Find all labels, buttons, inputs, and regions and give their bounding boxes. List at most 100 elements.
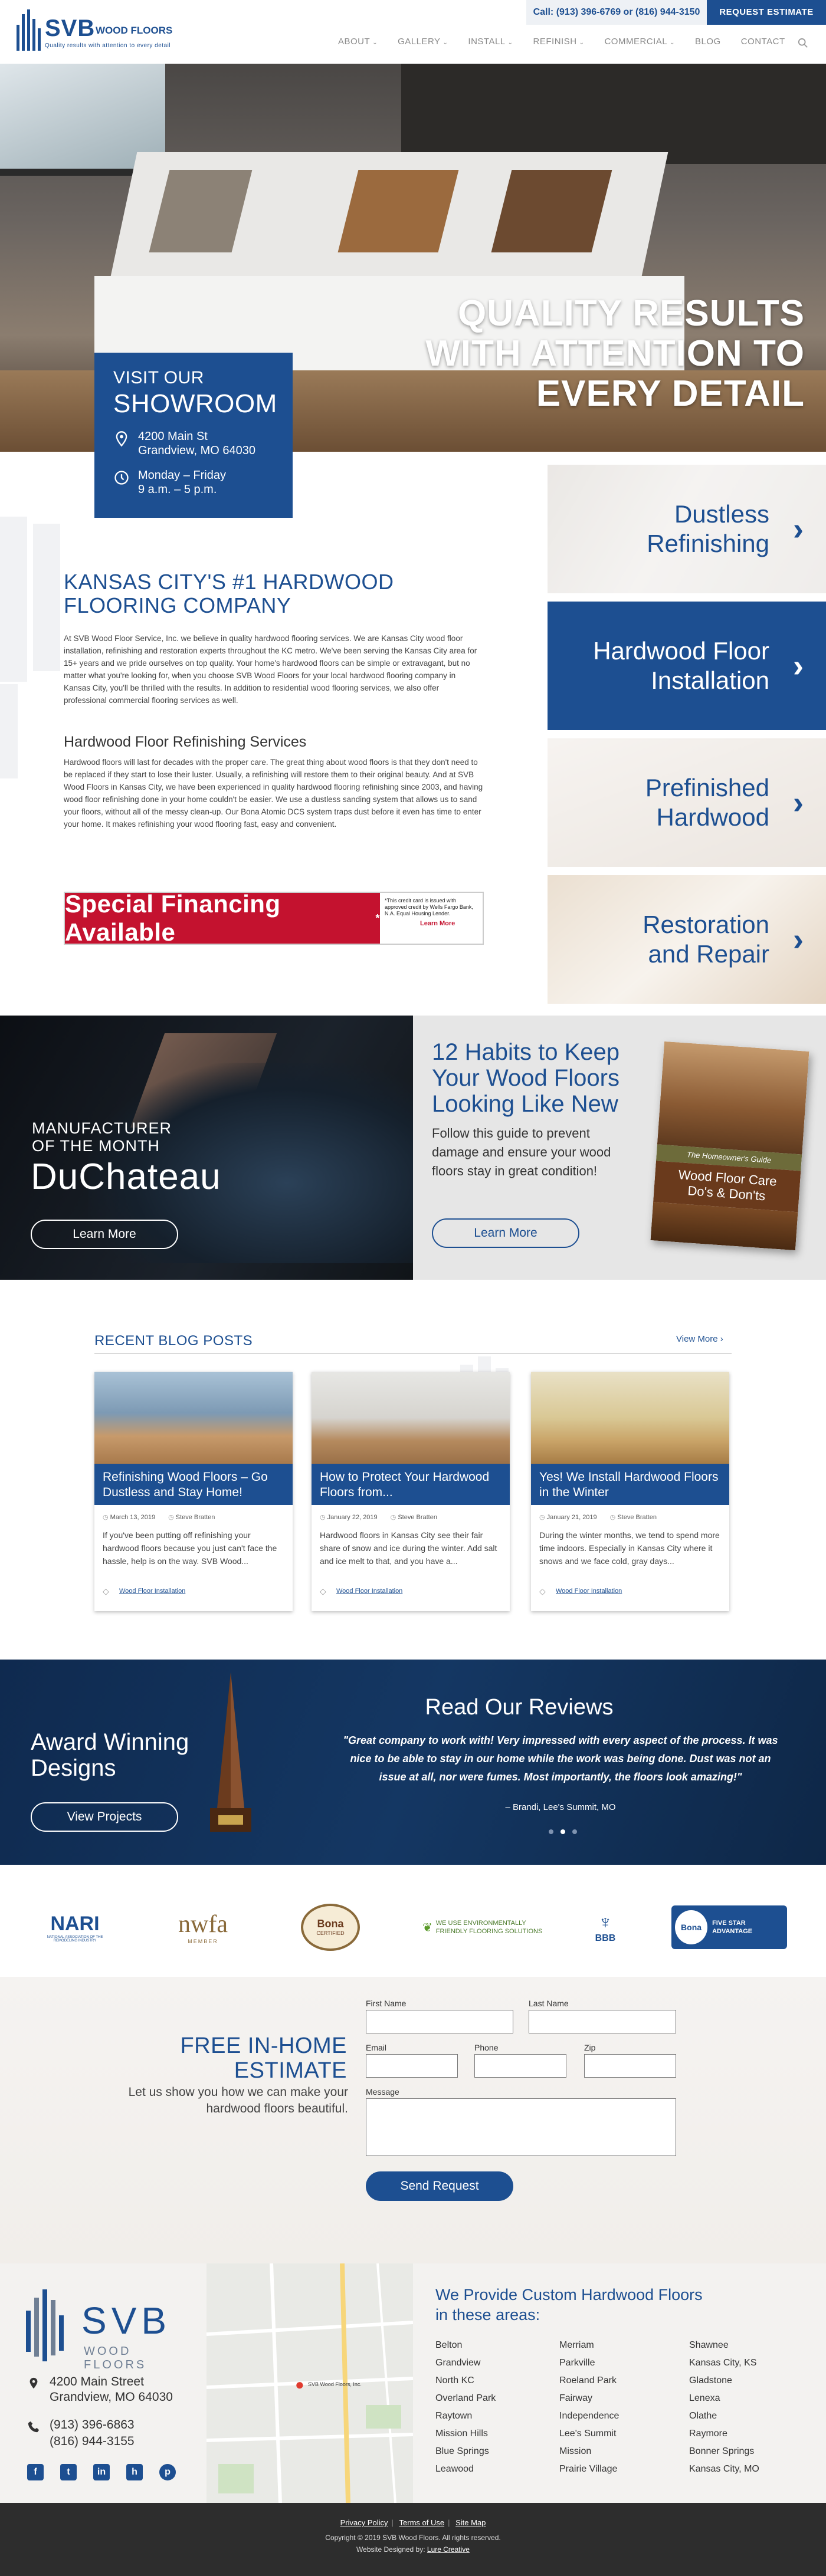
main-nav: ABOUT ⌄ GALLERY ⌄ INSTALL ⌄ REFINISH ⌄ COMME… bbox=[328, 37, 795, 51]
tile-hardwood-installation[interactable]: Hardwood Floor Installation › bbox=[548, 602, 826, 730]
site-map-link[interactable]: Site Map bbox=[455, 2518, 486, 2527]
blog-view-more-link[interactable]: View More › bbox=[676, 1334, 723, 1344]
search-icon[interactable] bbox=[798, 38, 808, 48]
blog-card-title[interactable]: Yes! We Install Hardwood Floors in the W… bbox=[531, 1464, 729, 1505]
footer-phone-2[interactable]: (816) 944-3155 bbox=[50, 2433, 135, 2450]
blog-card-title[interactable]: Refinishing Wood Floors – Go Dustless an… bbox=[94, 1464, 293, 1505]
financing-banner[interactable]: Special Financing Available * *This credi… bbox=[64, 890, 484, 946]
designer-link[interactable]: Lure Creative bbox=[427, 2545, 470, 2554]
chevron-down-icon: ⌄ bbox=[670, 40, 676, 46]
chevron-down-icon: ⌄ bbox=[507, 40, 513, 46]
manufacturer-label: MANUFACTURER OF THE MONTH bbox=[32, 1119, 172, 1155]
message-textarea[interactable] bbox=[366, 2098, 676, 2156]
blog-card-image bbox=[531, 1372, 729, 1464]
service-areas-heading: We Provide Custom Hardwood Floors in thes… bbox=[435, 2286, 703, 2324]
facebook-icon[interactable]: f bbox=[27, 2464, 44, 2480]
carousel-dot[interactable] bbox=[572, 1829, 577, 1834]
nav-item-about[interactable]: ABOUT ⌄ bbox=[328, 37, 388, 51]
last-name-field[interactable] bbox=[529, 2010, 676, 2033]
reviews-heading: Read Our Reviews bbox=[425, 1695, 614, 1720]
houzz-icon[interactable]: h bbox=[126, 2464, 143, 2480]
privacy-policy-link[interactable]: Privacy Policy bbox=[340, 2518, 388, 2527]
nav-item-contact[interactable]: CONTACT bbox=[731, 37, 795, 51]
financing-fine-print: *This credit card is issued with approve… bbox=[380, 893, 483, 944]
guide-book-cover[interactable]: The Homeowner's Guide Wood Floor Care Do'… bbox=[650, 1041, 809, 1251]
zip-field[interactable] bbox=[584, 2054, 676, 2078]
pinterest-icon[interactable]: p bbox=[159, 2464, 176, 2480]
map-pin-icon bbox=[116, 431, 127, 447]
blog-heading: RECENT BLOG POSTS bbox=[94, 1333, 253, 1349]
footer-address: 4200 Main Street Grandview, MO 64030 bbox=[50, 2375, 173, 2404]
email-field[interactable] bbox=[366, 2054, 458, 2078]
blog-card-category[interactable]: Wood Floor Installation bbox=[119, 1588, 185, 1595]
tile-prefinished-hardwood[interactable]: Prefinished Hardwood › bbox=[548, 738, 826, 867]
logo-text: SVB bbox=[45, 15, 96, 41]
book-cover-image bbox=[657, 1041, 809, 1155]
nav-item-blog[interactable]: BLOG bbox=[685, 37, 731, 51]
leaf-icon: ❦ bbox=[422, 1921, 432, 1934]
guide-learn-more-button[interactable]: Learn More bbox=[432, 1218, 579, 1248]
linkedin-icon[interactable]: in bbox=[93, 2464, 110, 2480]
footer-phones: (913) 396-6863 (816) 944-3155 bbox=[50, 2417, 135, 2450]
header-phone-numbers[interactable]: Call: (913) 396-6769 or (816) 944-3150 bbox=[526, 0, 707, 25]
logo-bars-icon bbox=[17, 9, 41, 51]
map-marker-label: SVB Wood Floors, Inc. bbox=[308, 2381, 362, 2387]
financing-headline: Special Financing Available * bbox=[65, 890, 380, 946]
carousel-dot[interactable] bbox=[549, 1829, 553, 1834]
tag-icon: ◇ bbox=[103, 1586, 109, 1596]
decor-bar bbox=[0, 684, 18, 778]
nav-item-gallery[interactable]: GALLERY ⌄ bbox=[388, 37, 458, 51]
carousel-dot-active[interactable] bbox=[560, 1829, 565, 1834]
phone-field[interactable] bbox=[474, 2054, 566, 2078]
estimate-paragraph: Let us show you how we can make your har… bbox=[128, 2085, 348, 2115]
blog-card-title[interactable]: How to Protect Your Hardwood Floors from… bbox=[312, 1464, 510, 1505]
zip-label: Zip bbox=[584, 2043, 596, 2052]
nari-logo: NARI NATIONAL ASSOCIATION OF THE REMODEL… bbox=[47, 1912, 103, 1943]
nav-item-install[interactable]: INSTALL ⌄ bbox=[458, 37, 523, 51]
message-label: Message bbox=[366, 2087, 399, 2097]
chevron-right-icon: › bbox=[793, 922, 804, 957]
blog-card[interactable]: How to Protect Your Hardwood Floors from… bbox=[312, 1372, 510, 1611]
chevron-right-icon: › bbox=[793, 648, 804, 684]
twitter-icon[interactable]: t bbox=[60, 2464, 77, 2480]
footer-logo[interactable]: SVB WOOD FLOORS bbox=[22, 2287, 194, 2371]
map-marker-icon[interactable]: ● bbox=[295, 2375, 304, 2394]
hero-headline: QUALITY RESULTS WITH ATTENTION TO EVERY … bbox=[425, 293, 805, 414]
blog-card-meta: March 13, 2019Steve Bratten bbox=[103, 1513, 215, 1521]
tile-label: Prefinished Hardwood bbox=[645, 774, 769, 831]
footer-logo-text: SVB bbox=[81, 2299, 172, 2342]
terms-of-use-link[interactable]: Terms of Use bbox=[399, 2518, 445, 2527]
clock-icon bbox=[114, 471, 129, 485]
chevron-down-icon: ⌄ bbox=[579, 40, 585, 46]
showroom-hours: Monday – Friday 9 a.m. – 5 p.m. bbox=[113, 468, 274, 497]
nav-item-commercial[interactable]: COMMERCIAL ⌄ bbox=[594, 37, 685, 51]
view-projects-button[interactable]: View Projects bbox=[31, 1802, 178, 1832]
award-heading: Award Winning Designs bbox=[31, 1729, 189, 1781]
tile-restoration-repair[interactable]: Restoration and Repair › bbox=[548, 875, 826, 1004]
financing-learn-more-link[interactable]: Learn More bbox=[420, 921, 455, 927]
logo-bars-icon bbox=[26, 2289, 64, 2361]
phone-label: Phone bbox=[474, 2043, 499, 2052]
nwfa-logo: nwfa MEMBER bbox=[178, 1911, 228, 1944]
review-author: – Brandi, Lee's Summit, MO bbox=[505, 1802, 616, 1812]
first-name-field[interactable] bbox=[366, 2010, 513, 2033]
footer-map[interactable]: ● SVB Wood Floors, Inc. bbox=[206, 2263, 413, 2503]
footer-phone-1[interactable]: (913) 396-6863 bbox=[50, 2417, 135, 2433]
blog-card-category[interactable]: Wood Floor Installation bbox=[336, 1588, 402, 1595]
blog-card[interactable]: Refinishing Wood Floors – Go Dustless an… bbox=[94, 1372, 293, 1611]
blog-card-category[interactable]: Wood Floor Installation bbox=[556, 1588, 622, 1595]
site-logo[interactable]: SVB WOOD FLOORS Quality results with att… bbox=[17, 7, 194, 54]
nav-item-refinish[interactable]: REFINISH ⌄ bbox=[523, 37, 595, 51]
bbb-logo: ♆ BBB bbox=[595, 1911, 616, 1943]
chevron-right-icon: › bbox=[793, 511, 804, 547]
blog-card-excerpt: If you've been putting off refinishing y… bbox=[103, 1530, 277, 1566]
duchateau-learn-more-button[interactable]: Learn More bbox=[31, 1220, 178, 1249]
request-estimate-button[interactable]: REQUEST ESTIMATE bbox=[707, 0, 826, 25]
blog-card[interactable]: Yes! We Install Hardwood Floors in the W… bbox=[531, 1372, 729, 1611]
showroom-address[interactable]: 4200 Main St Grandview, MO 64030 bbox=[113, 429, 274, 458]
send-request-button[interactable]: Send Request bbox=[366, 2171, 513, 2201]
blog-card-meta: January 21, 2019Steve Bratten bbox=[539, 1513, 657, 1521]
tile-dustless-refinishing[interactable]: Dustless Refinishing › bbox=[548, 465, 826, 593]
trophy-icon bbox=[210, 1673, 251, 1832]
page: SVB WOOD FLOORS Quality results with att… bbox=[0, 0, 826, 2576]
